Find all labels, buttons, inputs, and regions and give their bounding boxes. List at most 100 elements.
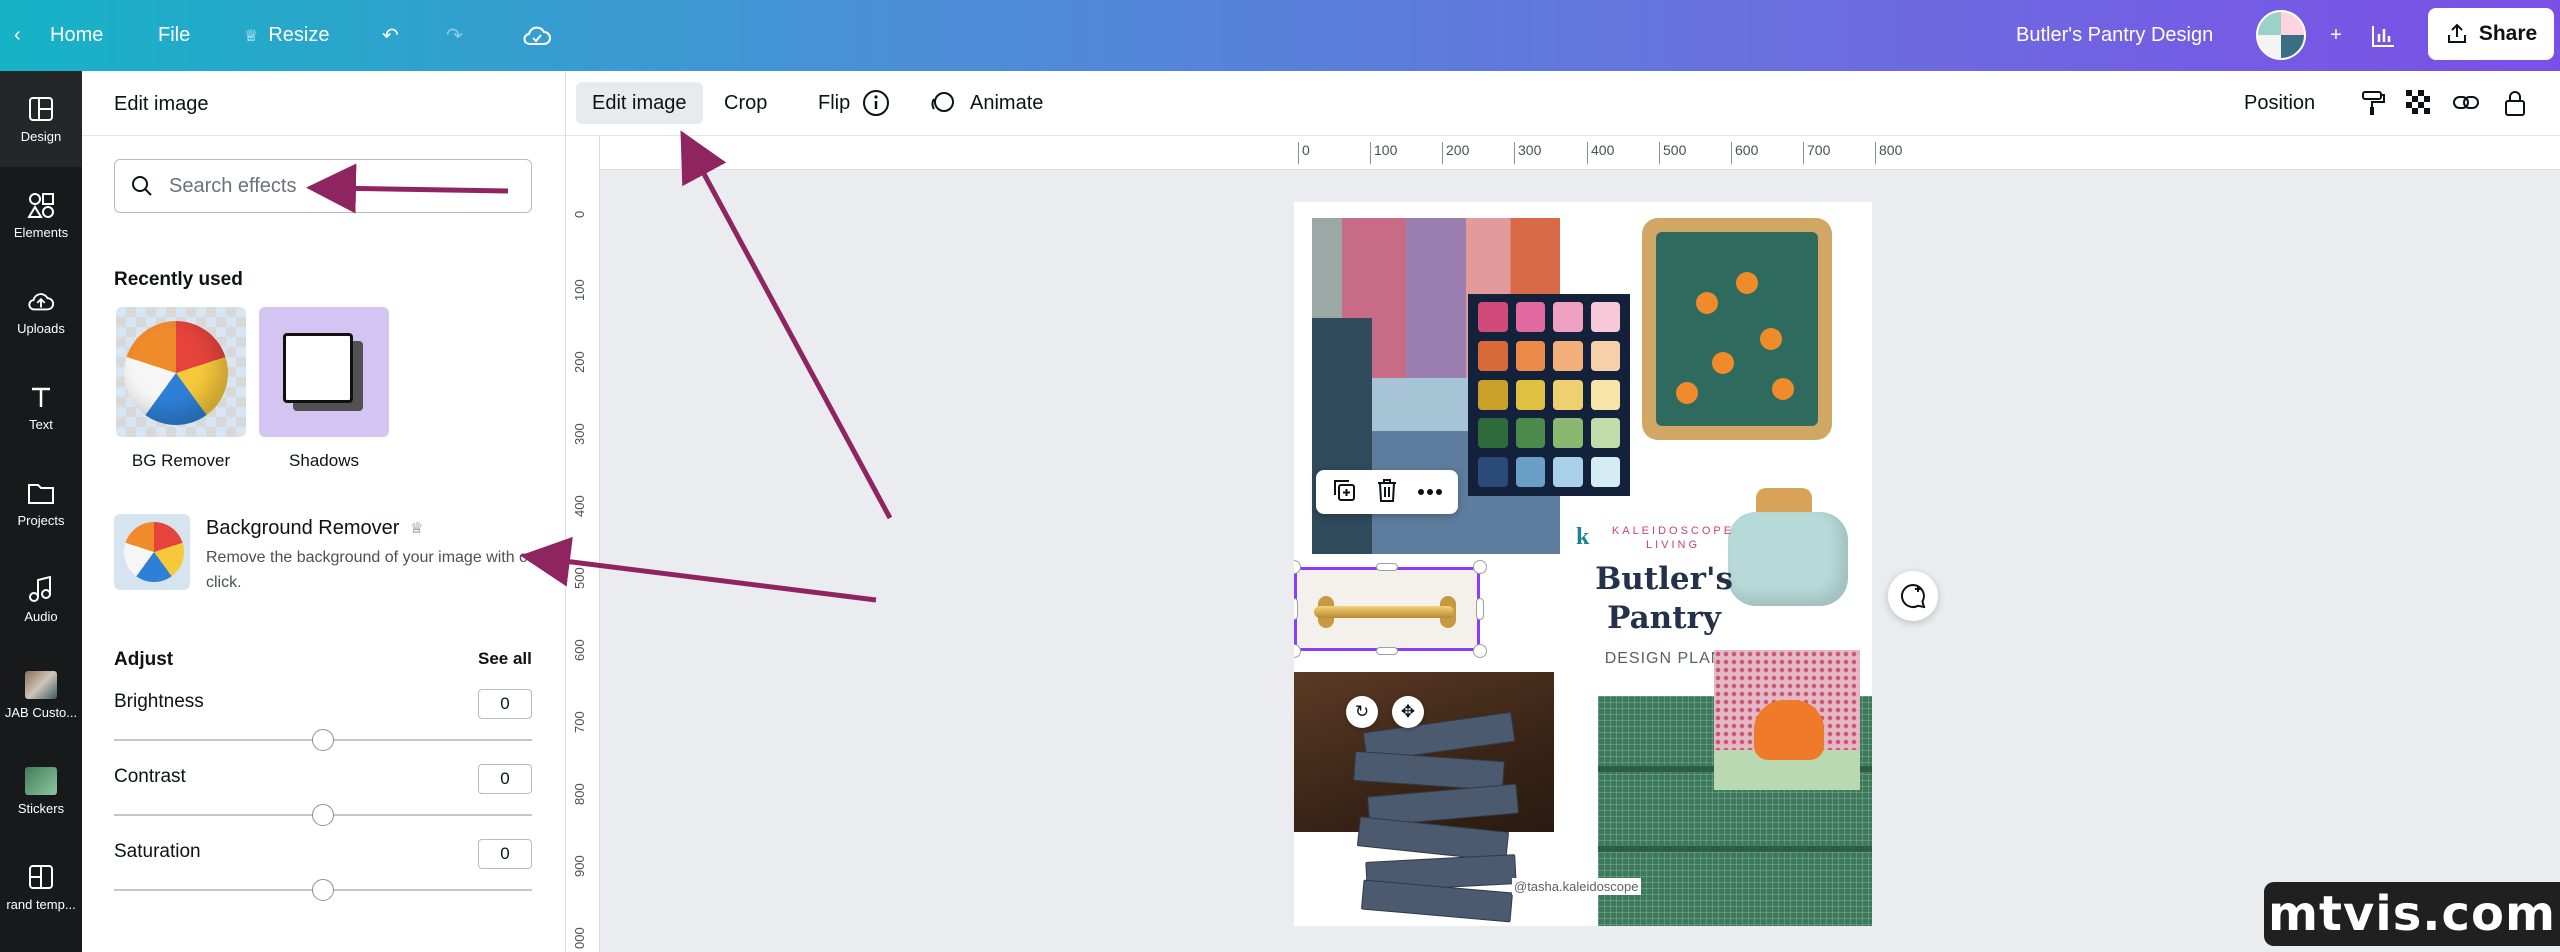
resize-handle[interactable] — [1376, 647, 1398, 655]
share-label: Share — [2478, 22, 2538, 45]
undo-icon[interactable]: ↶ — [382, 0, 399, 71]
animate-icon[interactable] — [928, 82, 956, 124]
home-button[interactable]: Home — [50, 0, 103, 71]
rail-item-stickers[interactable]: Stickers — [0, 743, 82, 839]
resize-handle[interactable] — [1376, 563, 1398, 571]
design-heading[interactable]: Butler's Pantry — [1566, 560, 1762, 638]
panel-divider — [82, 135, 566, 136]
design-title[interactable]: Butler's Pantry Design — [2016, 0, 2213, 71]
back-chevron-icon[interactable]: ‹ — [14, 0, 21, 71]
contrast-value-input[interactable]: 0 — [478, 764, 532, 794]
transparency-icon[interactable] — [2406, 82, 2432, 124]
edit-image-button[interactable]: Edit image — [576, 82, 703, 124]
orange-kettle-image[interactable] — [1714, 650, 1860, 790]
bg-remover-card[interactable] — [116, 307, 246, 437]
brightness-slider[interactable] — [114, 729, 532, 751]
rail-item-text[interactable]: Text — [0, 359, 82, 455]
cloud-saved-icon[interactable] — [522, 0, 552, 71]
avatar[interactable] — [2256, 10, 2306, 60]
rail-item-uploads[interactable]: Uploads — [0, 263, 82, 359]
rail-item-label: Uploads — [17, 320, 65, 336]
search-input[interactable] — [169, 174, 531, 198]
ruler-tick: 200 — [1442, 142, 1469, 164]
rail-item-label: JAB Custo... — [4, 704, 78, 720]
text-icon — [27, 383, 55, 411]
link-icon[interactable] — [2452, 82, 2480, 124]
saturation-value-input[interactable]: 0 — [478, 839, 532, 869]
file-menu-button[interactable]: File — [158, 0, 190, 71]
more-options-icon[interactable] — [1417, 483, 1443, 501]
ruler-tick: 000 — [572, 927, 587, 949]
template-icon — [27, 863, 55, 891]
spice-jars-image[interactable] — [1468, 294, 1630, 496]
animate-button[interactable]: Animate — [954, 82, 1059, 124]
saturation-slider[interactable] — [114, 879, 532, 901]
search-effects-box[interactable] — [114, 159, 532, 213]
brand-line-1: KALEIDOSCOPE — [1611, 525, 1735, 537]
resize-handle[interactable] — [1473, 560, 1487, 574]
rail-item-label: Elements — [13, 224, 69, 240]
crown-icon: ♕ — [244, 27, 259, 45]
analytics-icon[interactable] — [2370, 0, 2396, 71]
left-rail: Design Elements Uploads Text Projects Au… — [0, 71, 82, 952]
bg-remover-label: BG Remover — [131, 451, 231, 470]
paint-roller-icon[interactable] — [2360, 82, 2386, 124]
app-thumbnail-icon — [25, 670, 57, 699]
background-remover-title[interactable]: Background Remover — [206, 517, 399, 540]
ruler-tick: 200 — [572, 351, 587, 373]
flip-button[interactable]: Flip — [802, 82, 866, 124]
rail-item-brand-templates[interactable]: rand temp... — [0, 839, 82, 935]
slider-knob[interactable] — [312, 879, 334, 901]
resize-button[interactable]: ♕ Resize — [244, 0, 329, 71]
slider-knob[interactable] — [312, 729, 334, 751]
brightness-label: Brightness — [114, 691, 204, 712]
duplicate-icon[interactable] — [1331, 477, 1357, 508]
background-remover-thumbnail[interactable] — [114, 514, 190, 590]
brand-logo-mark[interactable]: k — [1576, 524, 1589, 551]
rail-item-elements[interactable]: Elements — [0, 167, 82, 263]
ruler-tick: 800 — [1875, 142, 1902, 164]
watermark: mtvis.com — [2264, 882, 2560, 946]
element-floating-toolbar — [1316, 470, 1458, 514]
see-all-link[interactable]: See all — [478, 649, 532, 669]
ruler-tick: 700 — [1803, 142, 1830, 164]
rail-item-projects[interactable]: Projects — [0, 455, 82, 551]
photo-credit[interactable]: @tasha.kaleidoscope — [1512, 878, 1641, 895]
framed-orange-art-image[interactable] — [1642, 218, 1832, 440]
beach-ball-image — [124, 522, 184, 582]
shadows-card[interactable] — [259, 307, 389, 437]
resize-handle[interactable] — [1476, 598, 1484, 620]
rail-item-custom-app[interactable]: JAB Custo... — [0, 647, 82, 743]
share-button[interactable]: Share — [2428, 8, 2554, 60]
move-icon[interactable]: ✥ — [1392, 696, 1424, 728]
rail-item-design[interactable]: Design — [0, 71, 82, 167]
info-icon[interactable] — [862, 82, 890, 124]
ruler-tick: 400 — [572, 495, 587, 517]
slider-knob[interactable] — [312, 804, 334, 826]
ruler-tick: 400 — [1587, 142, 1614, 164]
lock-icon[interactable] — [2504, 82, 2526, 124]
redo-icon[interactable]: ↷ — [446, 0, 463, 71]
plus-icon[interactable]: + — [2316, 0, 2356, 71]
trash-icon[interactable] — [1375, 477, 1399, 508]
shadows-label: Shadows — [289, 451, 359, 470]
position-button[interactable]: Position — [2228, 82, 2331, 124]
rail-item-label: rand temp... — [6, 896, 76, 912]
rail-item-label: Design — [20, 128, 62, 144]
heading-line-2: Pantry — [1607, 600, 1721, 636]
brightness-value-input[interactable]: 0 — [478, 689, 532, 719]
contrast-slider[interactable] — [114, 804, 532, 826]
ruler-left: 0 100 200 300 400 500 600 700 800 900 00… — [566, 136, 600, 952]
resize-handle[interactable] — [1294, 598, 1298, 620]
selection-box[interactable] — [1294, 567, 1480, 651]
crop-button[interactable]: Crop — [708, 82, 783, 124]
add-comment-button[interactable] — [1888, 571, 1938, 621]
recently-used-heading: Recently used — [114, 269, 243, 290]
design-page[interactable]: k KALEIDOSCOPE LIVING Butler's Pantry DE… — [1294, 202, 1872, 926]
blue-tile-stack-image[interactable] — [1353, 711, 1524, 923]
rail-item-audio[interactable]: Audio — [0, 551, 82, 647]
resize-handle[interactable] — [1473, 644, 1487, 658]
brand-logo-text[interactable]: KALEIDOSCOPE LIVING — [1598, 524, 1748, 552]
rotate-icon[interactable]: ↻ — [1346, 696, 1378, 728]
swatch-block — [1312, 318, 1372, 554]
